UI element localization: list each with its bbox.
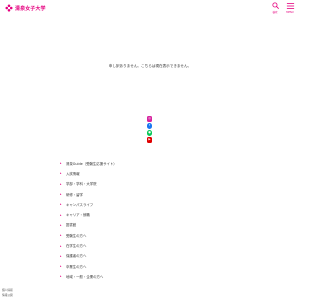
nav-link-label: 保護者の方へ	[66, 254, 87, 259]
nav-link[interactable]: ▸ 卒業生の方へ	[60, 261, 180, 271]
nav-link[interactable]: ▸ 入試情報	[60, 168, 180, 178]
chevron-right-icon: ▸	[60, 264, 62, 269]
footer-utility-links: 個人情報 情報公開	[2, 288, 13, 298]
chevron-right-icon: ▸	[60, 243, 62, 248]
youtube-icon[interactable]: ▶	[146, 137, 153, 143]
nav-link-label: キャリア・就職	[66, 213, 90, 218]
chevron-right-icon: ▸	[60, 171, 62, 176]
chevron-right-icon: ▸	[60, 253, 62, 258]
facebook-icon[interactable]: f	[146, 123, 153, 129]
logo-text: 清泉女子大学	[15, 5, 46, 12]
nav-link[interactable]: ▸ キャリア・就職	[60, 209, 180, 219]
nav-link-label: 学部・学科・大学院	[66, 182, 97, 187]
nav-link[interactable]: ▸ 在学生の方へ	[60, 240, 180, 250]
nav-link-label: 図書館	[66, 223, 77, 228]
instagram-icon[interactable]: ◎	[146, 116, 153, 122]
nav-link-label: 清泉Guide（受験生応援サイト）	[66, 161, 117, 166]
chevron-right-icon: ▸	[60, 222, 62, 227]
social-links: ◎ f ● ▶	[146, 116, 153, 143]
nav-link-label: 地域・一般・企業の方へ	[66, 274, 104, 279]
nav-link-label: 入試情報	[66, 171, 80, 176]
nav-link-label: 在学生の方へ	[66, 244, 87, 249]
nav-link-label: 研修・留学	[66, 192, 83, 197]
chevron-right-icon: ▸	[60, 161, 62, 166]
nav-link[interactable]: ▸ 清泉Guide（受験生応援サイト）	[60, 158, 180, 168]
chevron-right-icon: ▸	[60, 212, 62, 217]
chevron-right-icon: ▸	[60, 274, 62, 279]
nav-link[interactable]: ▸ 受験生の方へ	[60, 230, 180, 240]
footer-nav: ▸ 清泉Guide（受験生応援サイト） ▸ 入試情報 ▸ 学部・学科・大学院 ▸ 研修・…	[60, 158, 180, 282]
disclosure-link[interactable]: 情報公開	[2, 293, 13, 298]
search-label: 検索	[272, 11, 278, 14]
nav-link-label: 卒業生の方へ	[66, 264, 87, 269]
nav-link[interactable]: ▸ 保護者の方へ	[60, 251, 180, 261]
nav-link-label: 受験生の方へ	[66, 233, 87, 238]
search-button[interactable]: 検索	[268, 2, 282, 14]
nav-link[interactable]: ▸ 研修・留学	[60, 189, 180, 199]
chevron-right-icon: ▸	[60, 233, 62, 238]
search-icon	[271, 2, 279, 9]
logo-mark-icon	[5, 4, 13, 12]
nav-link[interactable]: ▸ 学部・学科・大学院	[60, 179, 180, 189]
nav-link[interactable]: ▸ キャンパスライフ	[60, 199, 180, 209]
hamburger-icon	[286, 3, 294, 9]
chevron-right-icon: ▸	[60, 202, 62, 207]
error-message: 申し訳ありません。こちらは現在表示できません。	[108, 64, 192, 68]
chevron-right-icon: ▸	[60, 181, 62, 186]
menu-label: MENU	[286, 11, 294, 14]
line-icon[interactable]: ●	[146, 130, 153, 136]
chevron-right-icon: ▸	[60, 192, 62, 197]
nav-link[interactable]: ▸ 図書館	[60, 220, 180, 230]
nav-link[interactable]: ▸ 地域・一般・企業の方へ	[60, 271, 180, 281]
menu-button[interactable]: MENU	[283, 2, 297, 14]
university-logo[interactable]: 清泉女子大学	[5, 4, 46, 12]
nav-link-label: キャンパスライフ	[66, 202, 94, 207]
site-header: 清泉女子大学 検索 MENU	[0, 0, 300, 18]
